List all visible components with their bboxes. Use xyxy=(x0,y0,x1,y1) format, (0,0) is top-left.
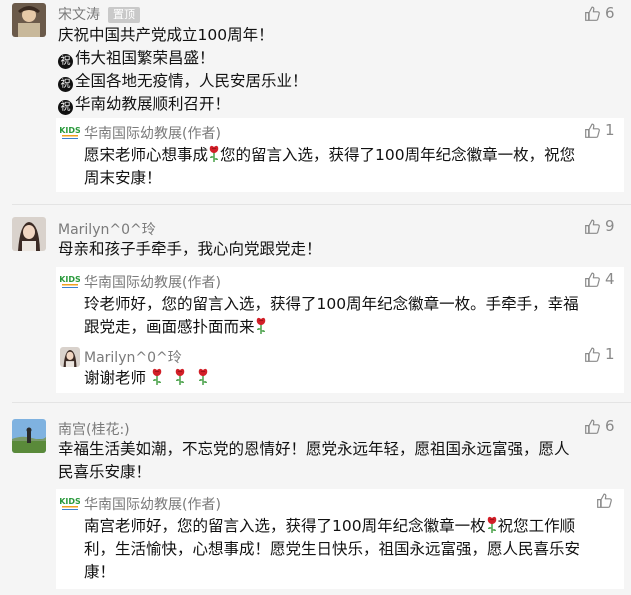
reply-author[interactable]: 华南国际幼教展(作者) xyxy=(84,494,221,514)
zhu-badge-icon: 祝 xyxy=(58,54,73,69)
rose-icon xyxy=(255,317,267,335)
reply-text: 愿宋老师心想事成 您的留言入选，获得了100周年纪念徽章一枚，祝您 周末安康！ xyxy=(84,145,576,187)
user-reply: Marilyn^0^玲 1 谢谢老师 xyxy=(56,341,624,393)
like-button[interactable]: 9 xyxy=(584,217,615,235)
comment-author[interactable]: Marilyn^0^玲 xyxy=(58,219,156,239)
rose-icon xyxy=(151,368,163,386)
comment-3: 南宫(桂花:) 6 幸福生活美如潮，不忘党的恩情好！愿党永远年轻，愿祖国永远富强… xyxy=(0,403,631,595)
avatar[interactable] xyxy=(12,3,46,37)
pinned-badge: 置顶 xyxy=(108,7,140,23)
author-logo-icon xyxy=(60,123,80,143)
rose-icon xyxy=(208,145,220,163)
reply-text: 玲老师好，您的留言入选，获得了100周年纪念徽章一枚。手牵手，幸福 跟党走，画面… xyxy=(84,295,579,336)
reply-text: 南宫老师好，您的留言入选，获得了100周年纪念徽章一枚 祝您工作顺 利，生活愉快，… xyxy=(84,516,581,581)
reply-text: 谢谢老师 xyxy=(84,367,619,390)
reply-author[interactable]: 华南国际幼教展(作者) xyxy=(84,272,221,292)
like-button[interactable] xyxy=(596,492,613,509)
like-button[interactable]: 6 xyxy=(584,417,615,435)
reply-author[interactable]: 华南国际幼教展(作者) xyxy=(84,123,221,143)
author-reply: 华南国际幼教展(作者) 1 愿宋老师心想事成 您的留言入选，获得了100周年纪念徽… xyxy=(56,118,624,192)
thumbs-up-icon xyxy=(584,418,601,435)
avatar[interactable] xyxy=(12,419,46,453)
author-logo-icon xyxy=(60,272,80,292)
zhu-badge-icon: 祝 xyxy=(58,100,73,115)
like-button[interactable]: 6 xyxy=(584,4,615,22)
rose-icon xyxy=(486,516,498,534)
like-count: 6 xyxy=(605,4,615,22)
avatar[interactable] xyxy=(12,217,46,251)
thumbs-up-icon xyxy=(584,218,601,235)
author-reply: 华南国际幼教展(作者) 4 玲老师好，您的留言入选，获得了100周年纪念徽章一枚… xyxy=(56,267,624,341)
like-count: 1 xyxy=(605,121,615,139)
thumbs-up-icon xyxy=(584,271,601,288)
like-count: 6 xyxy=(605,417,615,435)
like-button[interactable]: 1 xyxy=(584,121,615,139)
rose-icon xyxy=(197,368,209,386)
like-button[interactable]: 1 xyxy=(584,345,615,363)
avatar[interactable] xyxy=(60,347,80,367)
comment-author[interactable]: 宋文涛 置顶 xyxy=(58,4,140,24)
like-count: 4 xyxy=(605,270,615,288)
thumbs-up-icon xyxy=(584,346,601,363)
like-count: 9 xyxy=(605,217,615,235)
comment-2: Marilyn^0^玲 9 母亲和孩子手牵手，我心向党跟党走！ 华南国际幼教展(… xyxy=(0,205,631,400)
comment-text: 母亲和孩子手牵手，我心向党跟党走！ xyxy=(58,240,322,258)
thumbs-up-icon xyxy=(596,492,613,509)
comment-1: 宋文涛 置顶 6 庆祝中国共产党成立100周年！ 祝伟大祖国繁荣昌盛！ 祝全国各地… xyxy=(0,0,631,205)
rose-icon xyxy=(174,368,186,386)
zhu-badge-icon: 祝 xyxy=(58,77,73,92)
comment-text: 庆祝中国共产党成立100周年！ 祝伟大祖国繁荣昌盛！ 祝全国各地无疫情，人民安居… xyxy=(58,26,308,115)
like-count: 1 xyxy=(605,345,615,363)
author-logo-icon xyxy=(60,494,80,514)
comment-text: 幸福生活美如潮，不忘党的恩情好！愿党永远年轻，愿祖国永远富强，愿人 民喜乐安康！ xyxy=(58,440,570,481)
comment-author[interactable]: 南宫(桂花:) xyxy=(58,419,130,439)
thumbs-up-icon xyxy=(584,5,601,22)
author-reply: 华南国际幼教展(作者) 南宫老师好，您的留言入选，获得了100周年纪念徽章一枚祝… xyxy=(56,489,624,589)
thumbs-up-icon xyxy=(584,122,601,139)
like-button[interactable]: 4 xyxy=(584,270,615,288)
reply-author[interactable]: Marilyn^0^玲 xyxy=(84,347,182,367)
